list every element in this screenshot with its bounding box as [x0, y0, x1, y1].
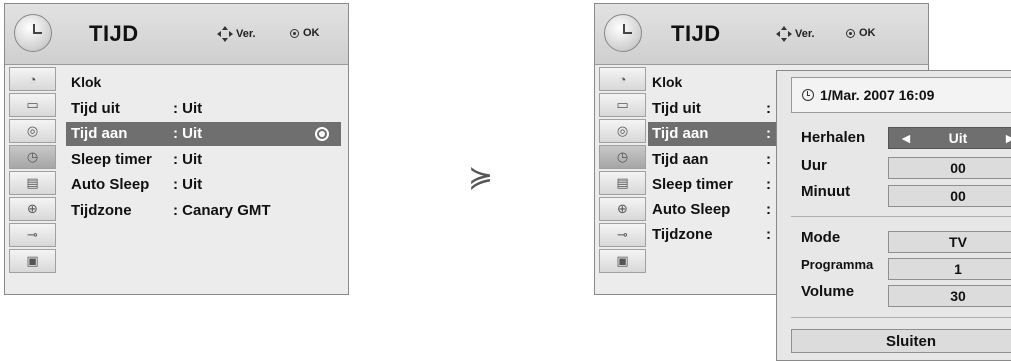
menu-item-sleep-timer[interactable]: Sleep timer: [71, 151, 152, 168]
category-icon-column: ◔ ▭ ◎ ◷ ▤ ⊕ ⊸ ▣: [599, 67, 648, 275]
arrow-left-icon[interactable]: ◄: [899, 130, 913, 146]
menu-item-auto-sleep[interactable]: Auto Sleep: [652, 201, 730, 218]
menu-item-auto-sleep[interactable]: Auto Sleep: [71, 176, 149, 193]
hour-label: Uur: [801, 157, 827, 174]
ok-hint: OK: [290, 27, 320, 39]
input-plug-icon[interactable]: ⊸: [9, 223, 56, 247]
program-label: Programma: [801, 257, 874, 272]
speaker-icon[interactable]: ◎: [599, 119, 646, 143]
repeat-selector[interactable]: ◄ Uit ►: [888, 127, 1011, 149]
category-icon-column: ◔ ▭ ◎ ◷ ▤ ⊕ ⊸ ▣: [9, 67, 58, 275]
mode-label: Mode: [801, 229, 841, 246]
minute-label: Minuut: [801, 183, 851, 200]
menu-header: TIJD Ver. OK: [5, 4, 348, 65]
menu-item-sleep-timer-value: :: [766, 176, 771, 193]
menu-item-tijd-aan-value: : Uit: [173, 125, 203, 142]
move-arrows-icon: [776, 26, 792, 42]
satellite-dish-icon[interactable]: ◔: [9, 67, 56, 91]
transition-arrow-icon: ≽: [468, 161, 494, 194]
clock-icon: [802, 89, 814, 101]
menu-item-tijd-aan-2-value: :: [766, 151, 771, 168]
options-icon[interactable]: ▤: [599, 171, 646, 195]
photo-icon[interactable]: ▣: [599, 249, 646, 273]
monitor-icon[interactable]: ▭: [9, 93, 56, 117]
menu-title: TIJD: [671, 21, 721, 46]
mode-field[interactable]: TV: [888, 231, 1011, 253]
lock-icon[interactable]: ⊕: [599, 197, 646, 221]
menu-item-auto-sleep-value: : Uit: [173, 176, 203, 193]
speaker-icon[interactable]: ◎: [9, 119, 56, 143]
menu-item-tijd-aan-2[interactable]: Tijd aan: [652, 151, 708, 168]
ok-hint: OK: [846, 27, 876, 39]
move-arrows-icon: [217, 26, 233, 42]
volume-field[interactable]: 30: [888, 285, 1011, 307]
repeat-label: Herhalen: [801, 129, 866, 146]
monitor-icon[interactable]: ▭: [599, 93, 646, 117]
clock-icon[interactable]: ◷: [599, 145, 646, 169]
move-hint: Ver.: [217, 26, 256, 42]
minute-field[interactable]: 00: [888, 185, 1011, 207]
close-button[interactable]: Sluiten: [791, 329, 1011, 353]
photo-icon[interactable]: ▣: [9, 249, 56, 273]
clock-icon: [604, 14, 642, 52]
on-timer-popup: 1/Mar. 2007 16:09 Herhalen ◄ Uit ► Uur 0…: [776, 70, 1011, 361]
volume-label: Volume: [801, 283, 855, 300]
arrow-right-icon[interactable]: ►: [1003, 130, 1011, 146]
menu-item-sleep-timer[interactable]: Sleep timer: [652, 176, 733, 193]
divider: [791, 216, 1011, 217]
menu-item-auto-sleep-value: :: [766, 201, 771, 218]
clock-icon: [14, 14, 52, 52]
popup-datetime-text: 1/Mar. 2007 16:09: [820, 87, 935, 103]
hour-field[interactable]: 00: [888, 157, 1011, 179]
menu-item-tijd-aan[interactable]: Tijd aan: [652, 125, 708, 142]
menu-item-tijdzone-value: :: [766, 226, 771, 243]
popup-datetime: 1/Mar. 2007 16:09: [791, 77, 1011, 113]
menu-item-tijdzone[interactable]: Tijdzone: [71, 202, 132, 219]
program-field[interactable]: 1: [888, 258, 1011, 280]
clock-icon[interactable]: ◷: [9, 145, 56, 169]
menu-item-tijd-aan[interactable]: Tijd aan: [71, 125, 127, 142]
selected-radio-icon: [315, 127, 329, 141]
move-hint-label: Ver.: [795, 28, 815, 40]
menu-item-klok[interactable]: Klok: [71, 74, 101, 90]
ok-hint-label: OK: [859, 27, 876, 39]
ok-button-icon: [846, 28, 855, 38]
lock-icon[interactable]: ⊕: [9, 197, 56, 221]
menu-item-sleep-timer-value: : Uit: [173, 151, 203, 168]
menu-item-tijd-aan-value: :: [766, 125, 771, 142]
menu-item-tijd-uit-value: : Uit: [173, 100, 203, 117]
time-menu-left: TIJD Ver. OK ◔ ▭ ◎ ◷ ▤ ⊕ ⊸ ▣ Klok Tijd u…: [4, 3, 349, 295]
move-hint-label: Ver.: [236, 28, 256, 40]
menu-item-klok[interactable]: Klok: [652, 74, 682, 90]
repeat-value: Uit: [948, 130, 968, 146]
menu-header: TIJD Ver. OK: [595, 4, 928, 65]
menu-title: TIJD: [89, 21, 139, 46]
menu-item-tijdzone[interactable]: Tijdzone: [652, 226, 713, 243]
menu-item-tijdzone-value: : Canary GMT: [173, 202, 271, 219]
menu-item-tijd-uit[interactable]: Tijd uit: [71, 100, 120, 117]
ok-button-icon: [290, 28, 299, 38]
menu-item-tijd-uit[interactable]: Tijd uit: [652, 100, 701, 117]
input-plug-icon[interactable]: ⊸: [599, 223, 646, 247]
menu-item-tijd-uit-value: :: [766, 100, 771, 117]
options-icon[interactable]: ▤: [9, 171, 56, 195]
ok-hint-label: OK: [303, 27, 320, 39]
satellite-dish-icon[interactable]: ◔: [599, 67, 646, 91]
move-hint: Ver.: [776, 26, 815, 42]
divider: [791, 317, 1011, 318]
